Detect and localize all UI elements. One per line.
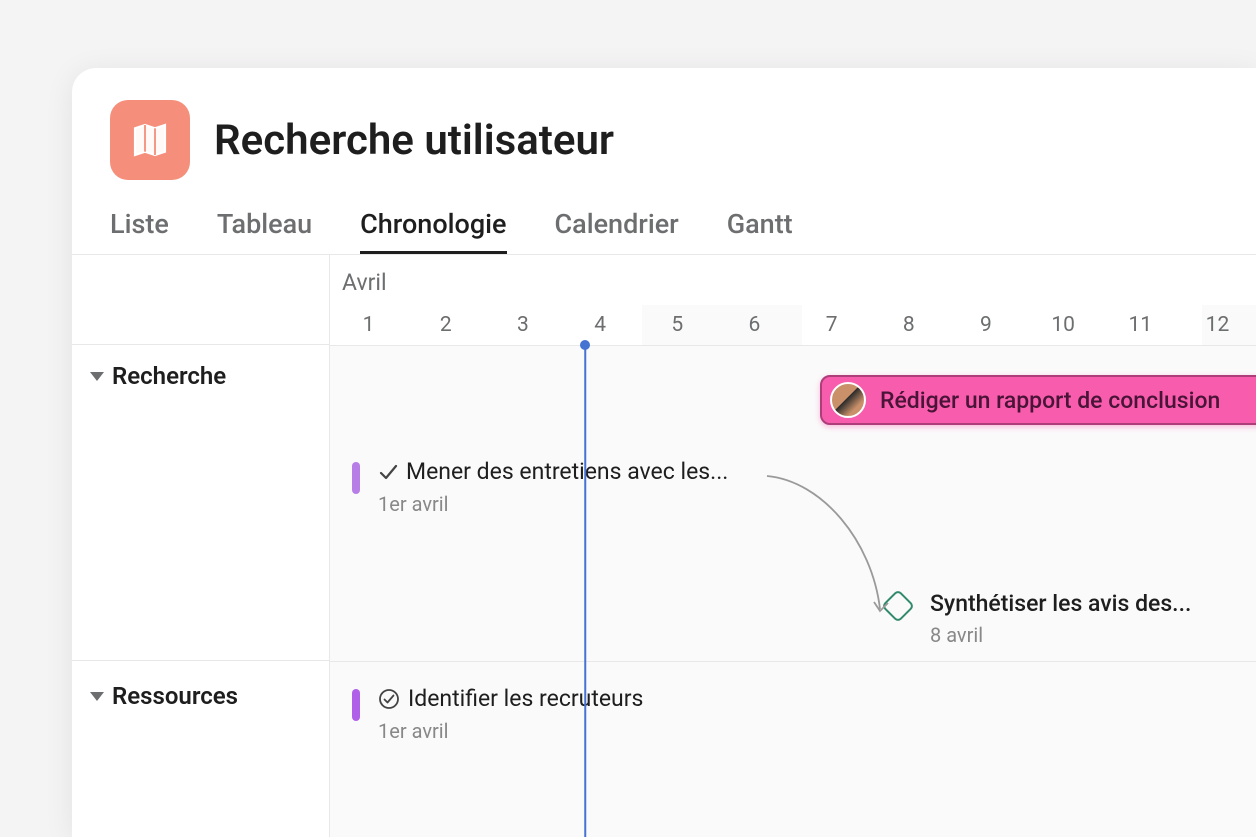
day-cell: 12 — [1179, 313, 1256, 345]
task-date: 8 avril — [930, 623, 1191, 647]
day-cell: 8 — [870, 313, 947, 345]
day-cell: 3 — [484, 313, 561, 345]
day-strip: 1 2 3 4 5 6 7 8 9 10 11 12 — [330, 313, 1256, 345]
tab-liste[interactable]: Liste — [110, 208, 169, 254]
task-date: 1er avril — [378, 719, 643, 743]
page-title: Recherche utilisateur — [214, 116, 614, 165]
tab-gantt[interactable]: Gantt — [727, 208, 793, 254]
day-cell: 11 — [1102, 313, 1179, 345]
section-block-1: Recherche — [72, 345, 329, 661]
day-cell: 7 — [793, 313, 870, 345]
day-cell: 2 — [407, 313, 484, 345]
app-window: Recherche utilisateur Liste Tableau Chro… — [72, 68, 1256, 837]
title-row: Recherche utilisateur — [110, 100, 1218, 180]
task-date: 1er avril — [378, 492, 728, 516]
sections-column: Recherche Ressources — [72, 255, 330, 837]
today-marker-line — [584, 345, 586, 837]
tab-chronologie[interactable]: Chronologie — [360, 208, 506, 254]
check-circle-icon — [378, 688, 400, 710]
timeline: Recherche Ressources Avril 1 2 3 4 5 — [72, 254, 1256, 837]
task-identifier-recruteurs[interactable]: Identifier les recruteurs 1er avril — [352, 685, 643, 743]
section-block-2: Ressources — [72, 661, 329, 711]
task-marker-bar — [352, 462, 360, 494]
task-title: Identifier les recruteurs — [408, 685, 643, 713]
task-mener-entretiens[interactable]: Mener des entretiens avec les... 1er avr… — [352, 458, 728, 516]
day-cell: 5 — [639, 313, 716, 345]
timeline-grid[interactable]: Avril 1 2 3 4 5 6 7 8 9 10 11 12 — [330, 255, 1256, 837]
tab-calendrier[interactable]: Calendrier — [555, 208, 679, 254]
task-bar-rediger-rapport[interactable]: Rédiger un rapport de conclusion — [820, 375, 1256, 425]
task-title: Synthétiser les avis des... — [930, 590, 1191, 617]
task-synthetiser-avis[interactable]: Synthétiser les avis des... 8 avril — [886, 590, 1191, 647]
dependency-arrow-icon — [762, 471, 902, 621]
day-cell: 10 — [1025, 313, 1102, 345]
project-header: Recherche utilisateur Liste Tableau Chro… — [72, 68, 1256, 254]
map-icon — [130, 120, 170, 160]
assignee-avatar[interactable] — [830, 382, 866, 418]
project-map-icon[interactable] — [110, 100, 190, 180]
section-label: Ressources — [112, 682, 238, 710]
tab-tableau[interactable]: Tableau — [217, 208, 312, 254]
task-title: Rédiger un rapport de conclusion — [880, 387, 1220, 414]
section-header-ressources[interactable]: Ressources — [72, 661, 329, 711]
chevron-down-icon — [90, 372, 104, 381]
view-tabs: Liste Tableau Chronologie Calendrier Gan… — [110, 208, 1218, 254]
month-label: Avril — [342, 269, 387, 296]
section-header-recherche[interactable]: Recherche — [72, 345, 329, 395]
task-marker-bar — [352, 689, 360, 721]
day-cell: 6 — [716, 313, 793, 345]
date-header-spacer — [72, 255, 329, 345]
day-cell: 1 — [330, 313, 407, 345]
section-label: Recherche — [112, 362, 226, 390]
check-complete-icon — [378, 462, 398, 482]
day-cell: 9 — [947, 313, 1024, 345]
day-cell: 4 — [562, 313, 639, 345]
chevron-down-icon — [90, 692, 104, 701]
today-marker-dot — [580, 340, 590, 350]
section-divider — [330, 661, 1256, 662]
task-title: Mener des entretiens avec les... — [406, 458, 728, 486]
